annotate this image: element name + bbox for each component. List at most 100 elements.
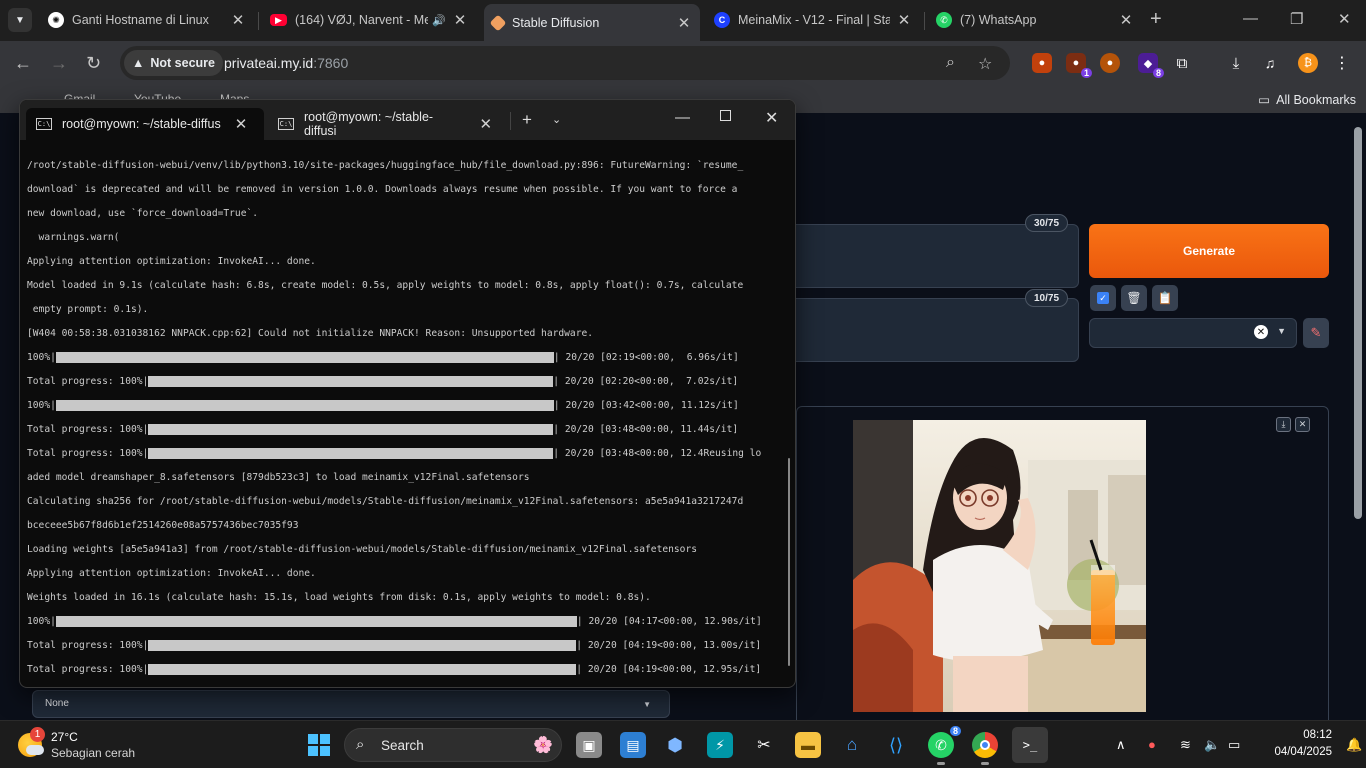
menu-dots-icon[interactable]: ⋮ [1332, 53, 1352, 73]
terminal-line: download` is deprecated and will be remo… [27, 184, 738, 195]
extra-networks-dropdown[interactable]: None ▼ [32, 690, 670, 718]
terminal-line: Model loaded in 9.1s (calculate hash: 6.… [27, 280, 744, 291]
weather-badge: 1 [30, 727, 45, 742]
close-icon[interactable]: ✕ [1295, 417, 1310, 432]
progress-bar [148, 376, 554, 387]
reload-icon[interactable]: ↻ [86, 53, 101, 74]
download-icon[interactable]: ⤓ [1226, 53, 1246, 73]
chrome-icon[interactable] [972, 732, 998, 765]
tab-title: (7) WhatsApp [960, 13, 1037, 27]
close-icon[interactable]: ✕ [452, 11, 468, 29]
clock-time[interactable]: 08:12 [1262, 729, 1332, 741]
new-terminal-tab-button[interactable]: + [522, 110, 532, 130]
new-tab-button[interactable]: + [1150, 8, 1162, 31]
control-panel-icon[interactable]: ▤ [620, 732, 646, 758]
task-view-icon[interactable]: ▣ [576, 732, 602, 758]
extension-purple-icon[interactable]: ◆ 8 [1138, 53, 1164, 78]
whatsapp-badge: 8 [949, 726, 961, 736]
progress-label: Total progress: 100%| [27, 448, 149, 459]
site-info-button[interactable]: ▲ Not secure [124, 50, 223, 76]
negative-prompt-textarea[interactable] [786, 298, 1079, 362]
all-bookmarks-button[interactable]: ▭ All Bookmarks [1258, 92, 1356, 107]
whatsapp-icon[interactable]: ✆ 8 [928, 726, 961, 765]
close-icon[interactable]: ✕ [230, 11, 246, 29]
vscode-icon[interactable]: ⟨⟩ [883, 732, 909, 758]
cherry-blossom-icon: 🌸 [533, 737, 553, 754]
terminal-taskbar-icon[interactable]: >_ [1012, 727, 1048, 763]
maximize-icon[interactable] [720, 110, 731, 121]
battery-icon[interactable]: ▭ [1228, 737, 1240, 753]
close-icon[interactable]: ✕ [235, 115, 248, 133]
terminal-output[interactable]: /root/stable-diffusion-webui/venv/lib/py… [27, 148, 787, 687]
security-warning-icon[interactable]: ● [1148, 737, 1156, 752]
back-icon[interactable]: ← [14, 53, 32, 74]
running-indicator [981, 762, 989, 765]
progress-stats: | 20/20 [04:17<00:00, 12.90s/it] [576, 616, 762, 627]
network-app-icon[interactable]: ⌂ [839, 732, 865, 758]
terminal-line: Applying attention optimization: InvokeA… [27, 568, 316, 579]
trash-icon[interactable]: 🗑 [1121, 285, 1147, 311]
extension-badge: 1 [1080, 68, 1092, 78]
extension-cookie-icon[interactable]: ● 1 [1066, 53, 1092, 78]
generated-image[interactable] [853, 420, 1146, 712]
lightning-app-icon[interactable]: ⚡ [707, 732, 733, 758]
close-window-icon[interactable]: ✕ [1338, 10, 1351, 28]
generate-button[interactable]: Generate [1089, 224, 1329, 278]
tab-title: (164) VØJ, Narvent - Mer [295, 13, 429, 27]
download-icon[interactable]: ⤓ [1276, 417, 1291, 432]
brush-icon[interactable]: ✎ [1303, 318, 1329, 348]
clock-date[interactable]: 04/04/2025 [1262, 746, 1332, 758]
progress-bar [55, 400, 554, 411]
volume-icon[interactable]: 🔈 [1204, 737, 1220, 753]
zoom-search-icon[interactable]: ⌕ [946, 54, 955, 72]
bookmark-star-icon[interactable]: ☆ [978, 54, 992, 74]
close-icon[interactable]: ✕ [1118, 11, 1134, 29]
tab-search-button[interactable]: ▼ [8, 8, 32, 32]
cookie-icon[interactable]: ● [1100, 53, 1120, 73]
tab-title: Stable Diffusion [512, 15, 600, 30]
browser-tab-4[interactable]: C MeinaMix - V12 - Final | Stab ✕ [706, 6, 920, 34]
virtualbox-icon[interactable]: ⬢ [662, 732, 688, 758]
minimize-icon[interactable]: — [1243, 10, 1258, 27]
browser-tab-2[interactable]: ▶ (164) VØJ, Narvent - Mer 🔊 ✕ [262, 6, 476, 34]
browser-tab-5[interactable]: ✆ (7) WhatsApp ✕ [928, 6, 1142, 34]
media-control-icon[interactable]: ♫ [1260, 53, 1280, 73]
forward-icon[interactable]: → [50, 53, 68, 74]
url-text[interactable]: privateai.my.id:7860 [224, 55, 348, 71]
close-window-icon[interactable]: ✕ [765, 108, 778, 128]
clipboard-icon[interactable]: 📋 [1152, 285, 1178, 311]
terminal-tab-2[interactable]: C:\ root@myown: ~/stable-diffusi ✕ [268, 108, 502, 140]
windows-start-icon[interactable] [306, 732, 332, 758]
extension-popcorn-icon[interactable]: ● [1032, 53, 1052, 73]
close-icon[interactable]: ✕ [479, 115, 492, 133]
clear-icon[interactable]: ✕ [1254, 325, 1268, 339]
checkbox-icon[interactable]: ✓ [1090, 285, 1116, 311]
notification-icon[interactable]: 🔔 [1346, 737, 1362, 753]
prompt-textarea[interactable] [786, 224, 1079, 288]
browser-tab-3[interactable]: Stable Diffusion ✕ [484, 4, 700, 41]
styles-dropdown[interactable]: ✕ ▼ [1089, 318, 1297, 348]
close-icon[interactable]: ✕ [896, 11, 912, 29]
minimize-icon[interactable]: — [675, 109, 690, 126]
speaker-icon[interactable]: 🔊 [432, 14, 446, 27]
puzzle-icon[interactable]: ⧉ [1172, 53, 1192, 73]
terminal-scrollbar[interactable] [788, 458, 790, 666]
chevron-down-icon: ▼ [1277, 326, 1286, 336]
page-scrollbar[interactable] [1354, 127, 1362, 519]
tab-separator [258, 12, 259, 30]
url-port: :7860 [313, 55, 349, 71]
terminal-tab-1[interactable]: C:\ root@myown: ~/stable-diffus ✕ [26, 108, 264, 140]
browser-tab-1[interactable]: ✺ Ganti Hostname di Linux ✕ [40, 6, 254, 34]
taskbar-search[interactable]: ⌕ Search 🌸 [344, 728, 562, 762]
close-icon[interactable]: ✕ [676, 14, 692, 32]
snipping-tool-icon[interactable]: ✂ [751, 732, 777, 758]
bitcoin-icon[interactable]: ₿ [1298, 53, 1318, 73]
terminal-line: [W404 00:58:38.031038162 NNPACK.cpp:62] … [27, 328, 594, 339]
file-explorer-icon[interactable]: ▬ [795, 732, 821, 758]
progress-line: Total progress: 100%| | 20/20 [03:48<00:0… [27, 448, 787, 460]
address-bar[interactable]: ▲ Not secure privateai.my.id:7860 ⌕ ☆ [120, 46, 1010, 80]
chevron-down-icon[interactable]: ⌄ [552, 113, 561, 126]
show-hidden-icons-icon[interactable]: ∧ [1116, 737, 1126, 753]
wifi-icon[interactable]: ≋ [1180, 737, 1191, 753]
restore-icon[interactable]: ❐ [1290, 10, 1303, 28]
